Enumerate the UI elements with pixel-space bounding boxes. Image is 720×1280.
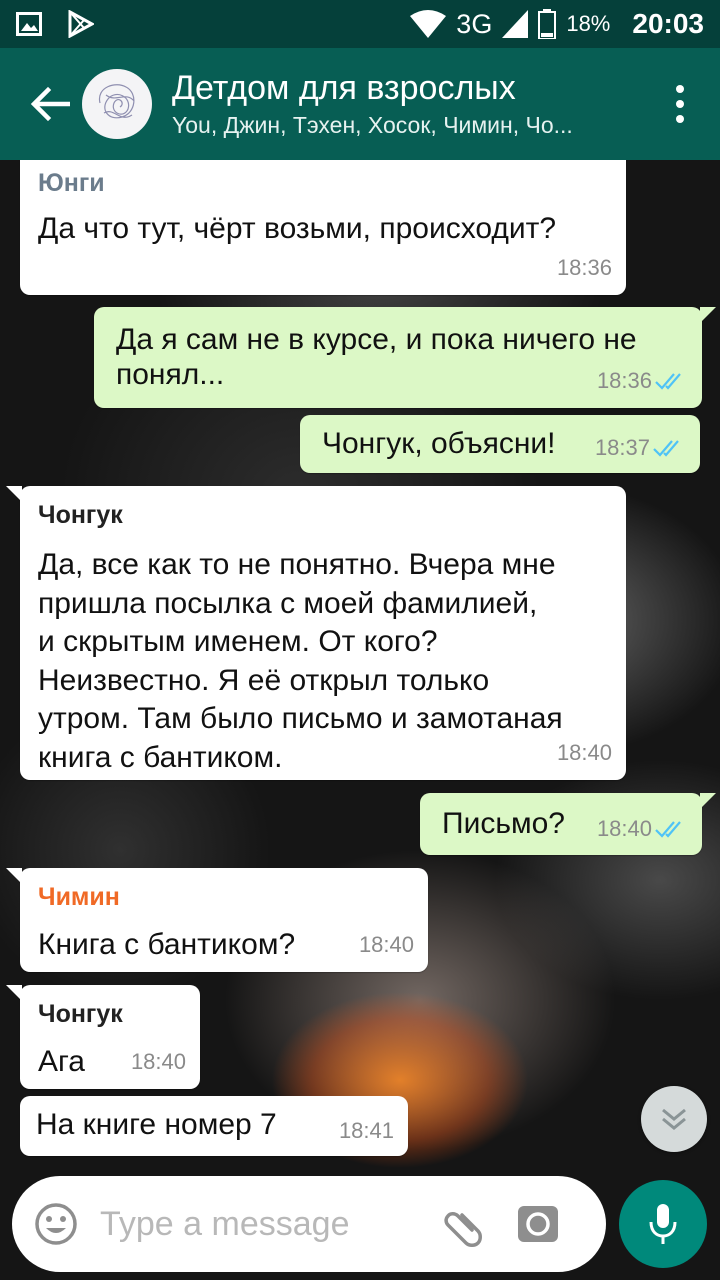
double-check-icon — [655, 821, 681, 838]
chat-header: Детдом для взрослых You, Джин, Тэхен, Хо… — [0, 48, 720, 160]
message-incoming[interactable]: Чонгук Да, все как то не понятно. Вчера … — [6, 486, 626, 780]
message-meta: 18:36 — [597, 362, 688, 400]
message-text: Да, все как то не понятно. Вчера мне при… — [38, 548, 563, 774]
message-meta: 18:40 — [131, 1043, 186, 1081]
message-time: 18:40 — [130, 1049, 186, 1074]
message-time: 18:36 — [556, 255, 612, 280]
message-incoming[interactable]: Чонгук Ага 18:40 — [6, 985, 200, 1089]
message-time: 18:41 — [338, 1118, 394, 1143]
double-check-icon — [655, 373, 681, 390]
scribble-avatar-image — [98, 84, 135, 119]
emoji-icon[interactable] — [34, 1202, 78, 1246]
message-time: 18:37 — [594, 435, 650, 460]
message-outgoing[interactable]: Да я сам не в курсе, и пока ничего не по… — [94, 307, 716, 408]
chat-title: Детдом для взрослых — [172, 69, 516, 107]
message-incoming[interactable]: На книге номер 7 18:41 — [20, 1096, 408, 1156]
message-sender: Чонгук — [38, 1000, 123, 1028]
message-outgoing[interactable]: Письмо? 18:40 — [420, 793, 716, 855]
message-meta: 18:40 — [597, 810, 688, 848]
message-incoming[interactable]: Чимин Книга с бантиком? 18:40 — [6, 868, 428, 972]
double-check-icon — [653, 440, 679, 457]
battery-percent: 18% — [566, 11, 611, 36]
clock: 20:03 — [632, 8, 704, 39]
message-sender: Чонгук — [38, 501, 123, 529]
message-meta: 18:36 — [557, 249, 612, 287]
message-meta: 18:41 — [339, 1112, 394, 1150]
message-sender: Юнги — [38, 169, 105, 197]
play-store-icon — [68, 10, 94, 38]
camera-icon[interactable] — [516, 1202, 560, 1246]
microphone-button[interactable] — [619, 1180, 707, 1268]
more-options-icon[interactable] — [668, 80, 692, 128]
message-text: Да я сам не в курсе, и пока ничего не по… — [116, 323, 637, 391]
group-avatar[interactable] — [82, 69, 152, 139]
chat-info[interactable]: Детдом для взрослых You, Джин, Тэхен, Хо… — [172, 67, 622, 141]
image-icon — [16, 12, 42, 36]
message-time: 18:36 — [596, 368, 652, 393]
message-time: 18:40 — [596, 816, 652, 841]
message-time: 18:40 — [556, 740, 612, 765]
chat-participants: You, Джин, Тэхен, Хосок, Чимин, Чо... — [172, 112, 573, 138]
message-sender: Чимин — [38, 883, 120, 911]
signal-icon — [502, 10, 529, 38]
message-composer — [12, 1176, 606, 1272]
paperclip-icon[interactable] — [438, 1200, 486, 1248]
microphone-icon — [649, 1204, 677, 1244]
back-button[interactable] — [20, 74, 80, 134]
status-bar: 3G 18% 20:03 — [0, 0, 720, 48]
message-input[interactable] — [100, 1194, 420, 1254]
message-time: 18:40 — [358, 932, 414, 957]
message-outgoing[interactable]: Чонгук, объясни! 18:37 — [300, 415, 700, 473]
message-incoming[interactable]: Юнги Да что тут, чёрт возьми, происходит… — [20, 160, 626, 295]
message-meta: 18:37 — [595, 429, 686, 467]
message-meta: 18:40 — [359, 926, 414, 964]
message-text: Книга с бантиком? — [38, 928, 296, 961]
back-arrow-icon — [30, 86, 70, 122]
scroll-to-bottom-button[interactable] — [641, 1086, 707, 1152]
chevron-down-double-icon — [662, 1108, 686, 1130]
network-type: 3G — [456, 8, 493, 39]
message-meta: 18:40 — [557, 734, 612, 772]
wifi-icon — [410, 10, 447, 38]
message-text: Да что тут, чёрт возьми, происходит? — [38, 212, 557, 245]
battery-icon — [538, 9, 557, 39]
